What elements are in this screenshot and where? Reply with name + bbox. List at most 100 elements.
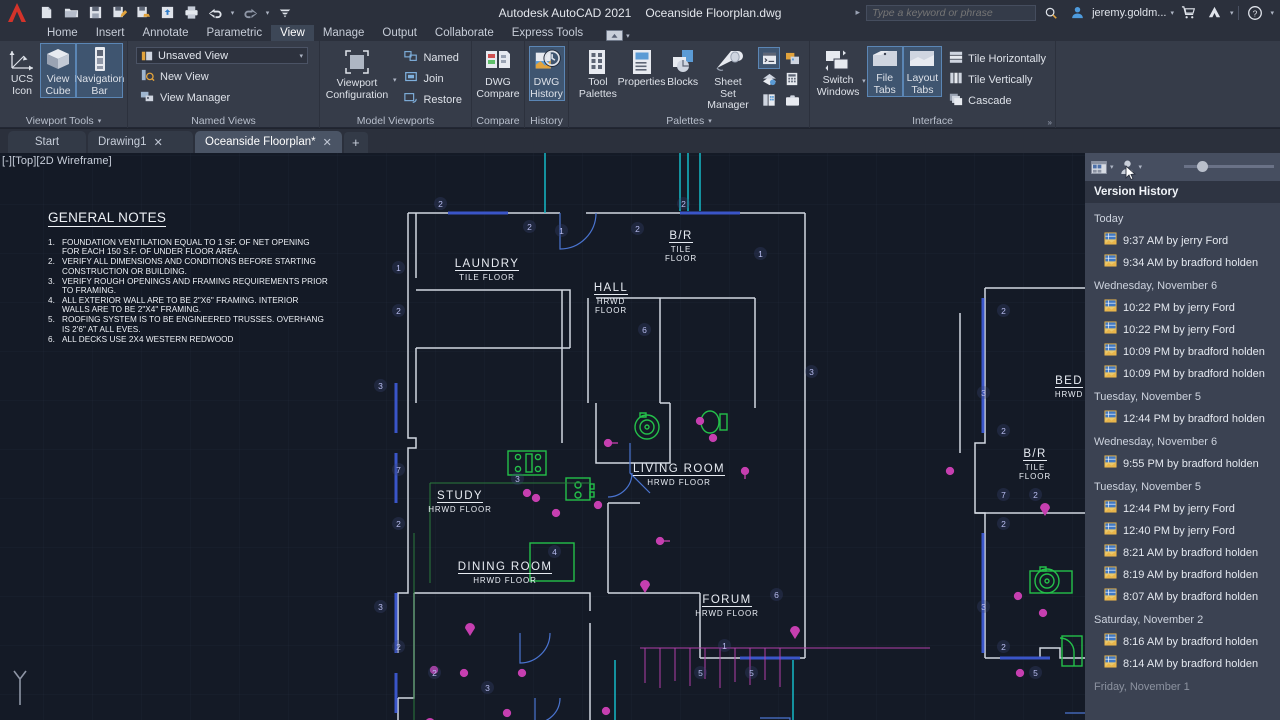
markup-set-manager-icon[interactable] [759, 69, 779, 89]
named-viewport-button[interactable]: Named [400, 47, 466, 68]
ribbon-display-dropdown-icon[interactable]: ▾ [626, 32, 630, 40]
tab-manage[interactable]: Manage [314, 25, 374, 41]
file-tab-drawing1[interactable]: Drawing1 ✕ [88, 131, 193, 153]
design-center-icon[interactable] [759, 90, 779, 110]
version-history-item[interactable]: 9:34 AM by bradford holden [1085, 252, 1280, 274]
tab-home[interactable]: Home [38, 25, 87, 41]
panel-slider-knob[interactable] [1197, 161, 1208, 172]
dwg-compare-button[interactable]: DWG Compare [476, 47, 520, 100]
layout-tabs-button[interactable]: Layout Tabs [902, 46, 943, 97]
version-history-list[interactable]: Today 9:37 AM by jerry Ford 9:34 AM by bra… [1085, 203, 1280, 718]
join-viewport-button[interactable]: Join [400, 68, 466, 89]
version-history-item[interactable]: 8:16 AM by bradford holden [1085, 631, 1280, 653]
panel-title-viewport-tools[interactable]: Viewport Tools ▾ [0, 114, 127, 128]
tile-vertically-button[interactable]: Tile Vertically [945, 69, 1050, 90]
open-icon[interactable] [60, 2, 82, 24]
chevron-down-icon[interactable]: ▾ [708, 115, 712, 128]
file-tab-oceanside-floorplan[interactable]: Oceanside Floorplan* ✕ [195, 131, 342, 153]
properties-button[interactable]: Properties [618, 47, 665, 89]
version-history-item[interactable]: 12:40 PM by jerry Ford [1085, 520, 1280, 542]
version-history-item[interactable]: 10:22 PM by jerry Ford [1085, 297, 1280, 319]
new-view-button[interactable]: New View [136, 66, 213, 87]
external-references-icon[interactable] [782, 48, 802, 68]
version-history-item[interactable]: 8:07 AM by bradford holden [1085, 586, 1280, 608]
user-name[interactable]: jeremy.goldm... [1092, 7, 1166, 19]
interface-dialog-launcher-icon[interactable]: » [1048, 118, 1052, 127]
help-dropdown-icon[interactable]: ▾ [1270, 9, 1274, 17]
version-history-item[interactable]: 9:55 PM by bradford holden [1085, 453, 1280, 475]
plot-icon[interactable] [180, 2, 202, 24]
restore-viewport-button[interactable]: Restore [400, 89, 466, 110]
view-manager-button[interactable]: View Manager [136, 87, 234, 108]
viewport-configuration-button[interactable]: Viewport Configuration [325, 46, 389, 101]
tool-palettes-button[interactable]: Tool Palettes [577, 47, 619, 100]
account-dropdown-icon[interactable]: ▾ [1170, 9, 1174, 17]
search-icon[interactable] [1040, 2, 1062, 24]
file-tab-start[interactable]: Start [8, 131, 86, 153]
tab-view[interactable]: View [271, 25, 314, 41]
blocks-button[interactable]: Blocks [664, 47, 701, 89]
redo-icon[interactable] [239, 2, 261, 24]
person-icon[interactable] [1066, 2, 1088, 24]
sheet-set-manager-button[interactable]: Sheet Set Manager [702, 47, 754, 112]
view-cube-button[interactable]: View Cube [40, 43, 76, 98]
chevron-down-icon[interactable]: ▾ [1139, 163, 1143, 171]
file-tabs-button[interactable]: File Tabs [866, 46, 903, 97]
tab-annotate[interactable]: Annotate [133, 25, 197, 41]
cart-icon[interactable] [1178, 2, 1200, 24]
customize-icon[interactable] [274, 2, 296, 24]
undo-icon[interactable] [204, 2, 226, 24]
ucs-icon-button[interactable]: UCS Icon [5, 44, 39, 97]
version-history-item[interactable]: 10:22 PM by jerry Ford [1085, 319, 1280, 341]
materials-browser-icon[interactable] [782, 90, 802, 110]
save-to-web-icon[interactable] [156, 2, 178, 24]
help-icon[interactable]: ? [1244, 2, 1266, 24]
version-history-item[interactable]: 8:14 AM by bradford holden [1085, 653, 1280, 675]
tab-output[interactable]: Output [373, 25, 426, 41]
save-icon[interactable] [84, 2, 106, 24]
dwg-history-button[interactable]: DWG History [528, 46, 565, 101]
chevron-down-icon[interactable]: ▾ [1110, 163, 1114, 171]
version-history-item[interactable]: 8:19 AM by bradford holden [1085, 564, 1280, 586]
close-icon[interactable]: ✕ [154, 136, 163, 149]
version-history-item[interactable]: 12:44 PM by bradford holden [1085, 408, 1280, 430]
cascade-button[interactable]: Cascade [945, 90, 1050, 111]
named-view-combo[interactable]: Unsaved View ▾ [136, 47, 308, 64]
autodesk-app-icon[interactable] [1204, 2, 1226, 24]
tab-parametric[interactable]: Parametric [198, 25, 272, 41]
save-as-icon[interactable] [108, 2, 130, 24]
autodesk-logo-icon[interactable] [0, 0, 34, 25]
chevron-down-icon[interactable]: ▾ [299, 52, 303, 60]
version-history-item[interactable]: 10:09 PM by bradford holden [1085, 363, 1280, 385]
search-input[interactable] [872, 6, 1031, 19]
version-history-item[interactable]: 10:09 PM by bradford holden [1085, 341, 1280, 363]
new-tab-button[interactable]: + [343, 132, 368, 153]
open-from-web-icon[interactable] [132, 2, 154, 24]
chevron-down-icon[interactable]: ▾ [98, 115, 102, 128]
switch-windows-button[interactable]: Switch Windows [816, 47, 860, 98]
ribbon-display-icon[interactable] [606, 30, 624, 41]
ucs-icon-icon [7, 45, 37, 73]
app-dropdown-icon[interactable]: ▾ [1230, 9, 1234, 17]
search-box[interactable] [866, 4, 1037, 21]
panel-title-palettes[interactable]: Palettes ▾ [569, 114, 809, 128]
tab-express-tools[interactable]: Express Tools [503, 25, 592, 41]
viewport-configuration-dropdown-icon[interactable]: ▾ [393, 76, 397, 84]
quick-calc-icon[interactable] [782, 69, 802, 89]
version-history-item[interactable]: 9:37 AM by jerry Ford [1085, 230, 1280, 252]
view-options-button[interactable]: ▾ [1091, 160, 1114, 174]
tab-insert[interactable]: Insert [87, 25, 134, 41]
tab-collaborate[interactable]: Collaborate [426, 25, 503, 41]
version-history-item[interactable]: 12:44 PM by jerry Ford [1085, 498, 1280, 520]
undo-dropdown-icon[interactable]: ▾ [228, 2, 237, 24]
tile-horizontally-button[interactable]: Tile Horizontally [945, 48, 1050, 69]
person-filter-button[interactable]: ▾ [1119, 159, 1143, 181]
new-icon[interactable] [36, 2, 58, 24]
navigation-bar-button[interactable]: Navigation Bar [75, 43, 124, 98]
version-history-item[interactable]: 8:21 AM by bradford holden [1085, 542, 1280, 564]
command-line-icon[interactable] [758, 47, 780, 69]
redo-dropdown-icon[interactable]: ▾ [263, 2, 272, 24]
search-expand-icon[interactable]: ▸ [854, 7, 863, 18]
switch-windows-dropdown-icon[interactable]: ▾ [862, 77, 866, 85]
close-icon[interactable]: ✕ [323, 136, 332, 149]
